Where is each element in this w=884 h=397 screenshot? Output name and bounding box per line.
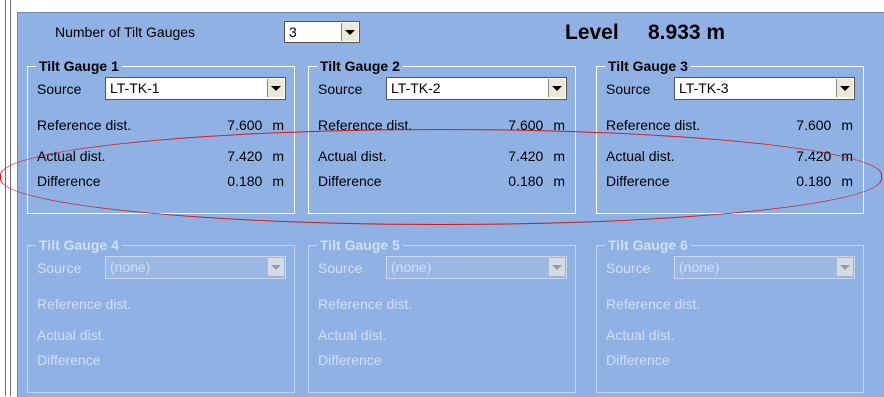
difference-label: Difference bbox=[606, 352, 670, 368]
actual-dist-value: 7.420 m bbox=[227, 148, 284, 164]
tilt-gauge-5-group: Tilt Gauge 5 Source (none) Reference dis… bbox=[308, 237, 576, 393]
tilt-gauge-3-group: Tilt Gauge 3 Source LT-TK-3 Reference di… bbox=[596, 58, 864, 214]
source-value: (none) bbox=[110, 259, 151, 275]
gauge-count-label: Number of Tilt Gauges bbox=[55, 24, 196, 40]
gauge-count-select[interactable]: 3 bbox=[284, 21, 360, 43]
chevron-down-icon bbox=[267, 258, 284, 276]
source-value: LT-TK-2 bbox=[391, 80, 441, 96]
difference-value: 0.180 m bbox=[796, 173, 853, 189]
reference-dist-label: Reference dist. bbox=[318, 117, 413, 133]
chevron-down-icon bbox=[836, 258, 853, 276]
frame-divider bbox=[5, 0, 6, 396]
actual-dist-label: Actual dist. bbox=[37, 327, 106, 343]
difference-label: Difference bbox=[318, 352, 382, 368]
group-title: Tilt Gauge 5 bbox=[317, 237, 403, 253]
source-select[interactable]: LT-TK-1 bbox=[105, 77, 286, 100]
actual-dist-label: Actual dist. bbox=[318, 327, 387, 343]
source-select[interactable]: LT-TK-3 bbox=[674, 77, 855, 100]
chevron-down-icon[interactable] bbox=[341, 23, 358, 41]
source-label: Source bbox=[37, 81, 82, 97]
source-label: Source bbox=[318, 260, 363, 276]
source-label: Source bbox=[318, 81, 363, 97]
reference-dist-value: 7.600 m bbox=[508, 117, 565, 133]
source-label: Source bbox=[606, 81, 651, 97]
reference-dist-value: 7.600 m bbox=[796, 117, 853, 133]
difference-label: Difference bbox=[606, 173, 670, 189]
group-title: Tilt Gauge 4 bbox=[36, 237, 122, 253]
tilt-gauge-6-group: Tilt Gauge 6 Source (none) Reference dis… bbox=[596, 237, 864, 393]
source-value: LT-TK-3 bbox=[679, 80, 729, 96]
source-value: LT-TK-1 bbox=[110, 80, 160, 96]
tilt-gauge-2-group: Tilt Gauge 2 Source LT-TK-2 Reference di… bbox=[308, 58, 576, 214]
actual-dist-label: Actual dist. bbox=[606, 327, 675, 343]
actual-dist-label: Actual dist. bbox=[37, 148, 106, 164]
difference-label: Difference bbox=[318, 173, 382, 189]
reference-dist-label: Reference dist. bbox=[37, 296, 132, 312]
chevron-down-icon[interactable] bbox=[836, 79, 853, 97]
reference-dist-label: Reference dist. bbox=[606, 296, 701, 312]
reference-dist-label: Reference dist. bbox=[37, 117, 132, 133]
difference-value: 0.180 m bbox=[227, 173, 284, 189]
difference-label: Difference bbox=[37, 352, 101, 368]
gauge-count-value: 3 bbox=[289, 24, 297, 40]
actual-dist-value: 7.420 m bbox=[796, 148, 853, 164]
tilt-gauge-1-group: Tilt Gauge 1 Source LT-TK-1 Reference di… bbox=[27, 58, 295, 214]
difference-value: 0.180 m bbox=[508, 173, 565, 189]
tilt-gauge-panel: Number of Tilt Gauges 3 Level 8.933 m Ti… bbox=[17, 12, 884, 397]
group-title: Tilt Gauge 3 bbox=[605, 58, 691, 74]
source-select[interactable]: LT-TK-2 bbox=[386, 77, 567, 100]
chevron-down-icon[interactable] bbox=[548, 79, 565, 97]
reference-dist-value: 7.600 m bbox=[227, 117, 284, 133]
source-value: (none) bbox=[391, 259, 432, 275]
actual-dist-label: Actual dist. bbox=[318, 148, 387, 164]
window-frame: Number of Tilt Gauges 3 Level 8.933 m Ti… bbox=[0, 0, 884, 397]
group-title: Tilt Gauge 6 bbox=[605, 237, 691, 253]
frame-divider bbox=[10, 0, 11, 396]
chevron-down-icon bbox=[548, 258, 565, 276]
tilt-gauge-4-group: Tilt Gauge 4 Source (none) Reference dis… bbox=[27, 237, 295, 393]
reference-dist-label: Reference dist. bbox=[606, 117, 701, 133]
actual-dist-value: 7.420 m bbox=[508, 148, 565, 164]
source-label: Source bbox=[606, 260, 651, 276]
level-label: Level bbox=[565, 21, 619, 44]
source-value: (none) bbox=[679, 259, 720, 275]
difference-label: Difference bbox=[37, 173, 101, 189]
chevron-down-icon[interactable] bbox=[267, 79, 284, 97]
source-label: Source bbox=[37, 260, 82, 276]
source-select: (none) bbox=[386, 256, 567, 279]
source-select: (none) bbox=[105, 256, 286, 279]
reference-dist-label: Reference dist. bbox=[318, 296, 413, 312]
actual-dist-label: Actual dist. bbox=[606, 148, 675, 164]
source-select: (none) bbox=[674, 256, 855, 279]
group-title: Tilt Gauge 1 bbox=[36, 58, 122, 74]
group-title: Tilt Gauge 2 bbox=[317, 58, 403, 74]
level-value: 8.933 m bbox=[648, 21, 726, 44]
